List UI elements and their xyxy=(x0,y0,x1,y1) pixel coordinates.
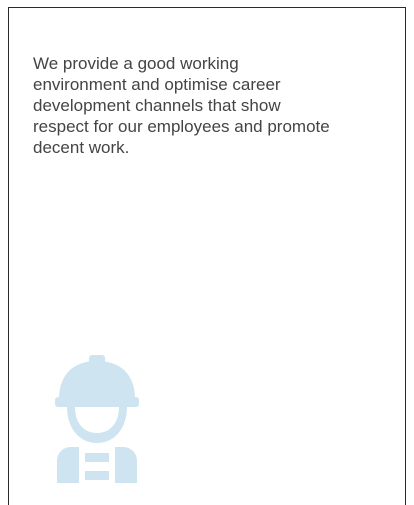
construction-worker-icon xyxy=(55,355,139,483)
value-card: We provide a good working environment an… xyxy=(8,7,406,505)
card-description: We provide a good working environment an… xyxy=(33,54,330,157)
